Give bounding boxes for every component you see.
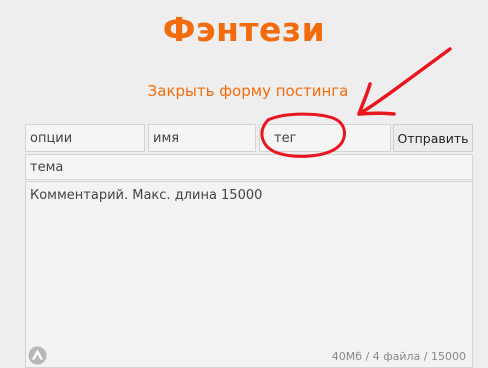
subject-input[interactable] [25,154,473,180]
comment-textarea[interactable] [25,181,473,368]
name-input[interactable] [148,124,256,152]
options-input[interactable] [25,124,145,152]
board-title: Фэнтези [162,10,326,49]
tag-input[interactable] [259,124,391,152]
close-posting-form-link[interactable]: Закрыть форму постинга [0,82,488,100]
post-limits-info: 40Мб / 4 файла / 15000 [331,350,466,363]
upload-triangle-icon[interactable] [28,346,47,365]
submit-button[interactable]: Отправить [393,124,473,152]
